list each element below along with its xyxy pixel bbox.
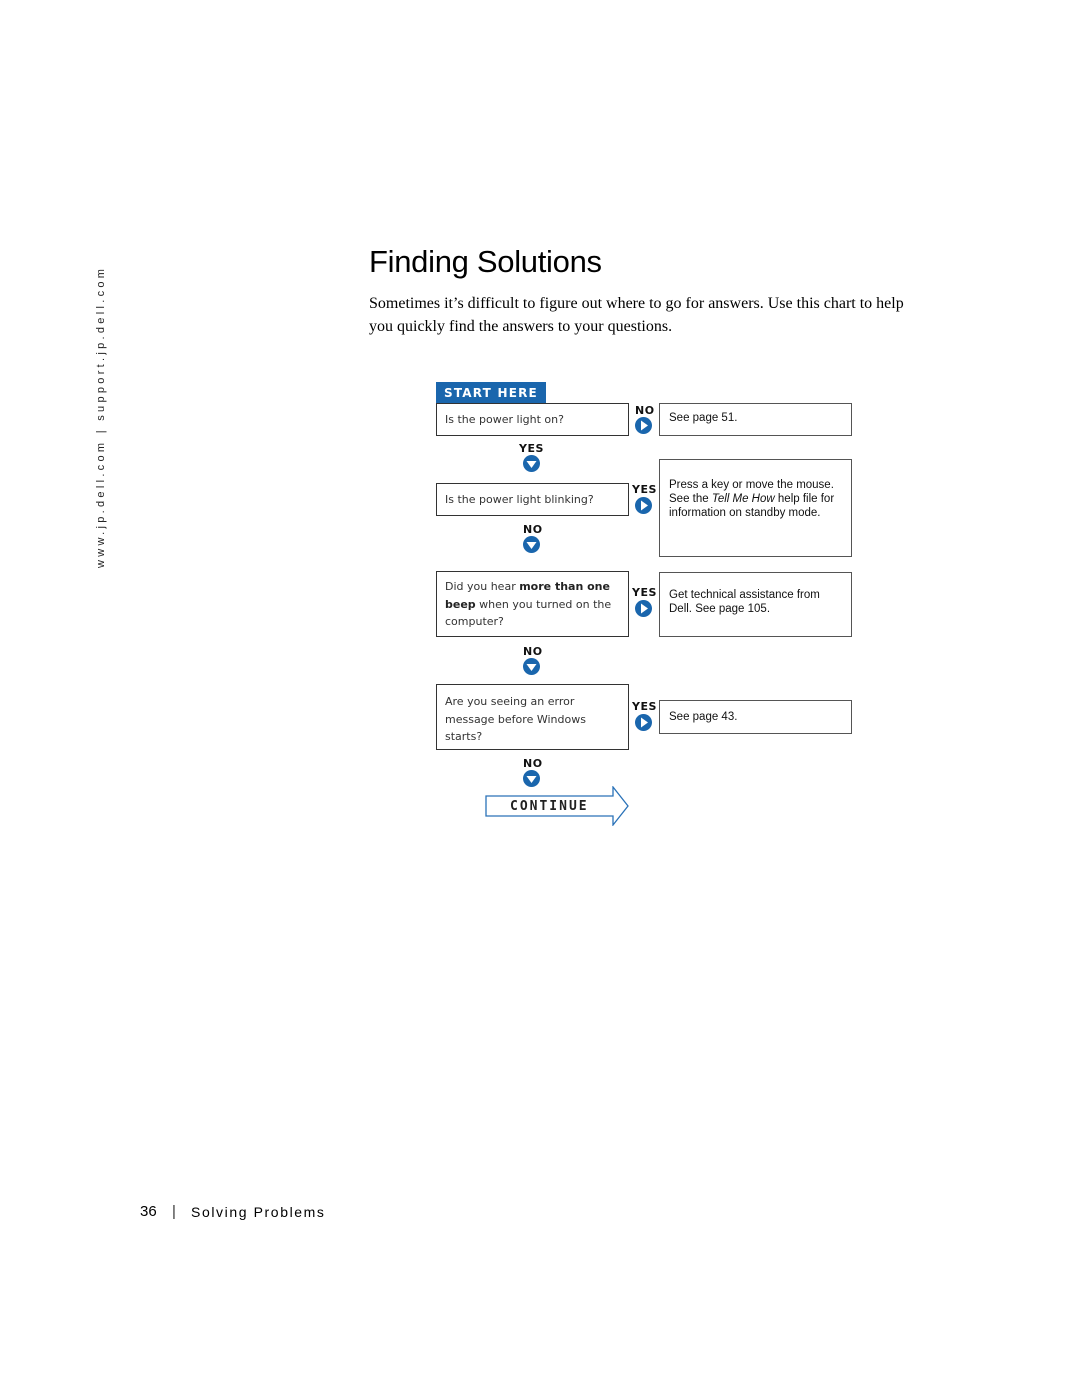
arrow-right-icon [635,497,652,514]
page-number: 36 [140,1203,157,1220]
answer-text: See page 43. [669,711,738,723]
connector-label-no: NO [523,757,543,770]
connector-label-no: NO [635,404,655,417]
continue-label: CONTINUE [510,799,589,814]
tell-me-how-reference: Tell Me How [711,493,775,505]
footer-separator: | [172,1203,176,1220]
answer-text: Get technical assistance from Dell. See … [669,589,820,615]
arrow-right-icon [635,714,652,731]
answer-box-standby: Press a key or move the mouse. See the T… [659,459,852,557]
question-box-power-light-blinking: Is the power light blinking? [436,483,629,516]
arrow-right-icon [635,417,652,434]
arrow-down-icon [523,455,540,472]
answer-box-see-page-51: See page 51. [659,403,852,436]
question-text: Is the power light on? [445,413,564,426]
connector-label-no: NO [523,645,543,658]
question-box-error-message: Are you seeing an error message before W… [436,684,629,750]
question-text: Is the power light blinking? [445,493,594,506]
sidebar-url-text: www.jp.dell.com | support.jp.dell.com [95,265,107,568]
intro-paragraph: Sometimes it’s difficult to figure out w… [369,295,904,335]
connector-label-yes: YES [632,586,657,599]
question-text-before: Did you hear [445,580,520,593]
arrow-right-icon [635,600,652,617]
answer-text: See page 51. [669,412,738,424]
answer-box-see-page-43: See page 43. [659,700,852,734]
connector-label-yes: YES [632,700,657,713]
page-title: Finding Solutions [369,244,602,279]
arrow-down-icon [523,536,540,553]
question-box-power-light-on: Is the power light on? [436,403,629,436]
question-box-beeps: Did you hear more than one beep when you … [436,571,629,637]
section-title: Solving Problems [191,1204,326,1220]
question-text: Are you seeing an error message before W… [445,695,586,743]
arrow-down-icon [523,770,540,787]
arrow-down-icon [523,658,540,675]
connector-label-yes: YES [519,442,544,455]
connector-label-no: NO [523,523,543,536]
question-text-bold: more than one [519,580,610,593]
question-text-bold: beep [445,597,476,611]
answer-box-technical-assistance: Get technical assistance from Dell. See … [659,572,852,637]
connector-label-yes: YES [632,483,657,496]
start-here-tab: START HERE [436,382,546,404]
